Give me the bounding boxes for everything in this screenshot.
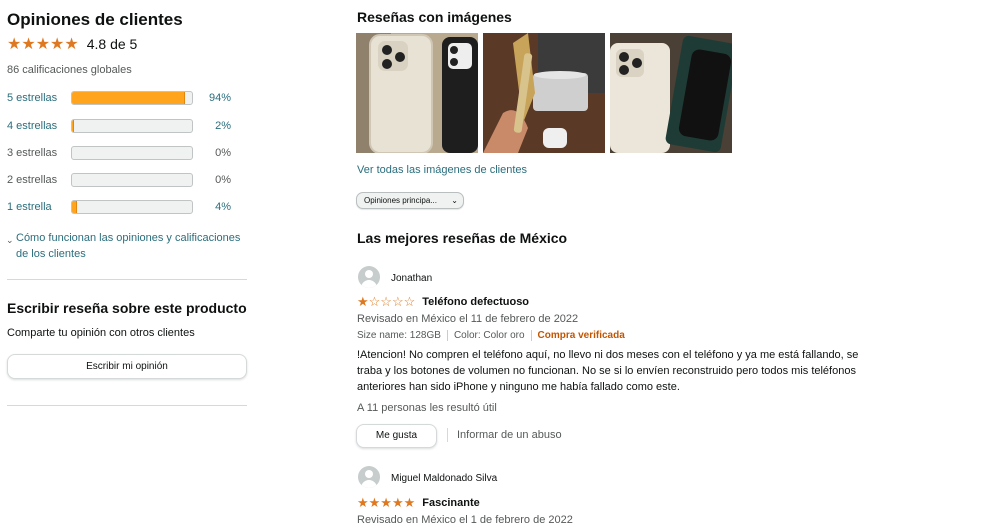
histogram-pct: 0% (215, 147, 231, 159)
histogram-bar-fill (72, 92, 185, 104)
phone-image-3 (610, 33, 732, 153)
phone-image-1 (356, 33, 478, 153)
chevron-down-icon: ⌄ (451, 196, 458, 205)
review-image-thumbnail[interactable] (356, 33, 478, 153)
phone-image-2 (483, 33, 605, 153)
review-date: Revisado en México el 1 de febrero de 20… (357, 514, 573, 526)
review-author[interactable]: Jonathan (391, 273, 432, 284)
see-all-images-link[interactable]: Ver todas las imágenes de clientes (357, 164, 527, 176)
how-reviews-work-link[interactable]: ⌄ Cómo funcionan las opiniones y calific… (6, 230, 252, 262)
review-title[interactable]: Teléfono defectuoso (422, 296, 529, 308)
overall-rating-text: 4.8 de 5 (86, 36, 138, 52)
histogram-pct[interactable]: 94% (201, 92, 231, 104)
histogram-row-4[interactable]: 4 estrellas 2% (7, 119, 242, 135)
divider (7, 279, 247, 280)
report-abuse-link[interactable]: Informar de un abuso (457, 429, 562, 441)
review-body-line: anteriores han sido iPhone y ninguno me … (357, 381, 680, 393)
top-reviews-title: Las mejores reseñas de México (357, 230, 568, 246)
histogram-label[interactable]: 5 estrellas (7, 92, 57, 104)
histogram-row-2: 2 estrellas 0% (7, 173, 242, 189)
reviews-title: Opiniones de clientes (7, 10, 183, 29)
how-reviews-work-line1[interactable]: Cómo funcionan las opiniones y calificac… (7, 230, 252, 246)
review-stars-icon: ★★★★★ (357, 495, 416, 510)
histogram-bar-fill (72, 120, 75, 132)
review-body: !Atencion! No compren el teléfono aquí, … (357, 347, 897, 395)
images-section-title: Reseñas con imágenes (357, 9, 512, 25)
review-author[interactable]: Miguel Maldonado Silva (391, 473, 497, 484)
histogram-row-5[interactable]: 5 estrellas 94% (7, 91, 242, 107)
histogram-row-1[interactable]: 1 estrella 4% (7, 200, 242, 216)
histogram-label: 3 estrellas (7, 147, 58, 159)
histogram-label[interactable]: 4 estrellas (7, 120, 57, 132)
histogram-bar (71, 146, 193, 160)
separator (447, 428, 448, 442)
histogram-bar-fill (72, 201, 77, 213)
helpful-count: A 11 personas les resultó útil (357, 402, 497, 414)
sort-dropdown[interactable]: Opiniones principa... ⌄ (356, 192, 464, 209)
histogram-bar[interactable] (71, 200, 193, 214)
histogram-pct[interactable]: 4% (201, 201, 231, 213)
separator (446, 330, 448, 341)
histogram-bar[interactable] (71, 91, 193, 105)
write-review-button[interactable]: Escribir mi opinión (7, 354, 247, 379)
divider (7, 405, 247, 406)
review-body-line: !Atencion! No compren el teléfono aquí, … (357, 349, 859, 361)
review-title[interactable]: Fascinante (422, 497, 479, 509)
histogram-label[interactable]: 1 estrella (7, 201, 52, 213)
separator (530, 330, 532, 341)
write-review-title: Escribir reseña sobre este producto (7, 300, 247, 316)
histogram-label: 2 estrellas (7, 174, 58, 186)
review-header: ★☆☆☆☆ Teléfono defectuoso (357, 294, 529, 309)
overall-rating: ★★★★★ 4.8 de 5 (7, 35, 137, 53)
write-review-subtitle: Comparte tu opinión con otros clientes (7, 327, 195, 339)
review-header: ★★★★★ Fascinante (357, 495, 480, 510)
avatar (358, 466, 380, 488)
overall-stars-icon: ★★★★★ (7, 36, 79, 53)
avatar (358, 266, 380, 288)
review-stars-icon: ★☆☆☆☆ (357, 294, 416, 309)
review-date: Revisado en México el 11 de febrero de 2… (357, 313, 579, 325)
histogram-pct[interactable]: 2% (201, 120, 231, 132)
review-image-thumbnail[interactable] (610, 33, 732, 153)
histogram-bar (71, 173, 193, 187)
verified-purchase-badge: Compra verificada (537, 330, 625, 341)
sort-selected-value: Opiniones principa... (364, 196, 437, 205)
helpful-button[interactable]: Me gusta (356, 424, 437, 448)
review-size: Size name: 128GB (357, 330, 441, 341)
histogram-pct: 0% (215, 174, 231, 186)
histogram-row-3: 3 estrellas 0% (7, 146, 242, 162)
review-image-thumbnail[interactable] (483, 33, 605, 153)
how-reviews-work-line2[interactable]: de los clientes (7, 246, 252, 262)
review-body-line: traba y los botones de volumen no funcio… (357, 365, 856, 377)
review-variant: Size name: 128GB Color: Color oro Compra… (357, 330, 625, 341)
total-ratings: 86 calificaciones globales (7, 64, 132, 76)
histogram-bar[interactable] (71, 119, 193, 133)
chevron-down-icon: ⌄ (6, 235, 14, 245)
review-color: Color: Color oro (453, 330, 525, 341)
